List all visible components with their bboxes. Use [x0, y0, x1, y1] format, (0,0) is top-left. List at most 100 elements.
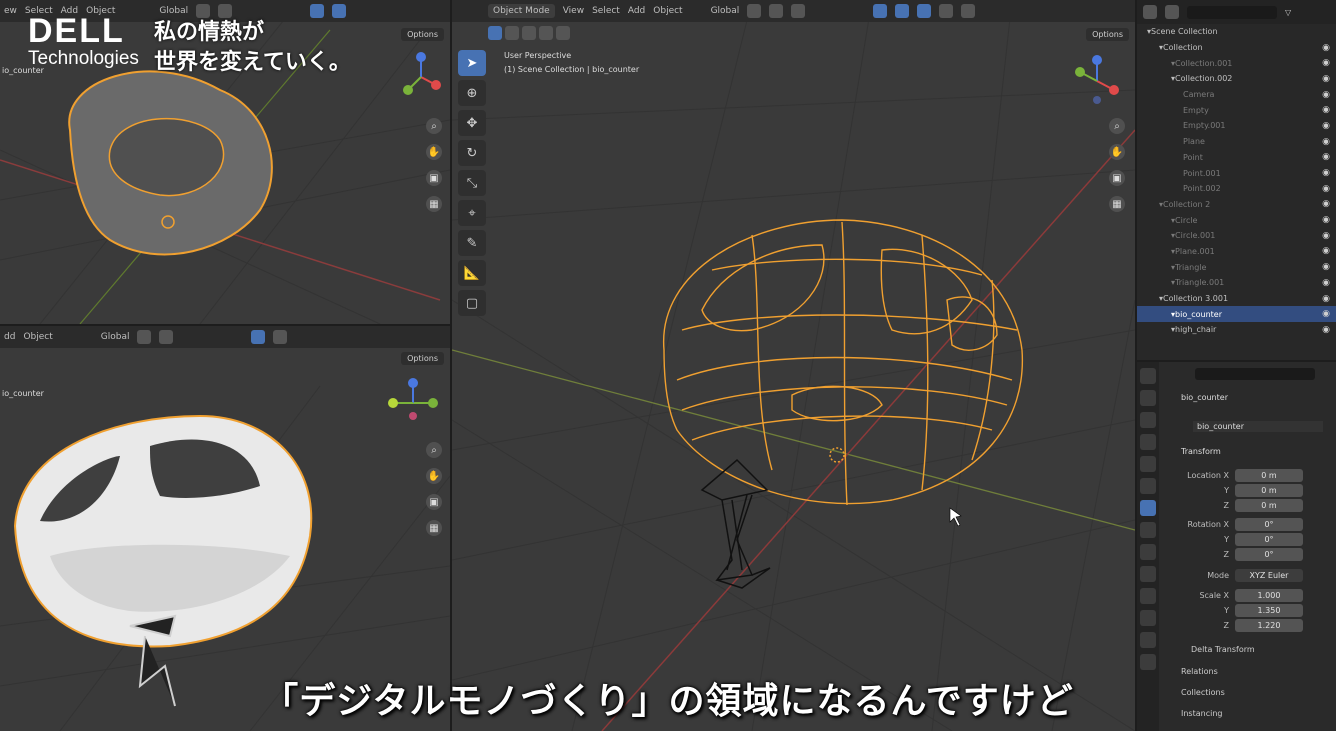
shading-material-icon[interactable] — [961, 4, 976, 18]
outliner-item[interactable]: Empty ◉ — [1137, 102, 1336, 118]
snap-icon[interactable] — [218, 4, 233, 18]
eye-icon[interactable]: ◉ — [1322, 58, 1330, 68]
rotation-mode-dropdown[interactable]: XYZ Euler — [1235, 568, 1303, 582]
eye-icon[interactable]: ◉ — [1322, 215, 1330, 225]
location-x-field[interactable]: 0 m — [1235, 468, 1303, 482]
outliner-item[interactable]: ▾ Collection.002 ◉ — [1137, 71, 1336, 87]
snap-icon[interactable] — [769, 4, 784, 18]
outliner-item[interactable]: ▾ Collection ◉ — [1137, 40, 1336, 56]
outliner-item[interactable]: ▾ Plane.001 ◉ — [1137, 244, 1336, 260]
outliner-item[interactable]: Plane ◉ — [1137, 134, 1336, 150]
outliner-search-input[interactable] — [1187, 5, 1277, 19]
camera-icon[interactable]: ▣ — [426, 494, 442, 510]
annotate-tool-icon[interactable]: ✎ — [458, 230, 486, 256]
camera-icon[interactable]: ▣ — [1109, 170, 1125, 186]
constraints-tab-icon[interactable] — [1140, 588, 1156, 604]
outliner-item[interactable]: Point ◉ — [1137, 150, 1336, 166]
menu-add[interactable]: Add — [628, 6, 645, 16]
transform-orientation[interactable]: Global — [159, 6, 188, 16]
world-tab-icon[interactable] — [1140, 478, 1156, 494]
transform-tool-icon[interactable]: ⌖ — [458, 200, 486, 226]
select-tool-icon[interactable]: ➤ — [458, 50, 486, 76]
data-tab-icon[interactable] — [1140, 610, 1156, 626]
material-tab-icon[interactable] — [1140, 632, 1156, 648]
proportional-edit-icon[interactable] — [791, 4, 806, 18]
eye-icon[interactable]: ◉ — [1322, 121, 1330, 131]
select-box-icon[interactable] — [488, 26, 502, 40]
scale-z-field[interactable]: 1.220 — [1235, 618, 1303, 632]
pivot-icon[interactable] — [196, 4, 211, 18]
gizmo-icon[interactable] — [895, 4, 910, 18]
location-z-field[interactable]: 0 m — [1235, 498, 1303, 512]
transform-section-header[interactable]: Transform — [1181, 447, 1221, 456]
rotation-x-field[interactable]: 0° — [1235, 517, 1303, 531]
add-cube-tool-icon[interactable]: ▢ — [458, 290, 486, 316]
rotate-tool-icon[interactable]: ↻ — [458, 140, 486, 166]
eye-icon[interactable]: ◉ — [1322, 231, 1330, 241]
move-tool-icon[interactable]: ✥ — [458, 110, 486, 136]
object-tab-icon[interactable] — [1140, 500, 1156, 516]
eye-icon[interactable]: ◉ — [1322, 74, 1330, 84]
view-layer-tab-icon[interactable] — [1140, 434, 1156, 450]
outliner-item[interactable]: Point.002 ◉ — [1137, 181, 1336, 197]
xray-icon[interactable] — [917, 4, 932, 18]
scale-x-field[interactable]: 1.000 — [1235, 588, 1303, 602]
rotation-z-field[interactable]: 0° — [1235, 547, 1303, 561]
eye-icon[interactable]: ◉ — [1322, 199, 1330, 209]
eye-icon[interactable]: ◉ — [1322, 168, 1330, 178]
nav-gizmo[interactable] — [388, 378, 438, 428]
scale-tool-icon[interactable]: ⤡ — [458, 170, 486, 196]
outliner-item[interactable]: ▾ Triangle.001 ◉ — [1137, 275, 1336, 291]
rotation-y-field[interactable]: 0° — [1235, 532, 1303, 546]
scene-tab-icon[interactable] — [1140, 456, 1156, 472]
grid-icon[interactable]: ▦ — [1109, 196, 1125, 212]
outliner-item[interactable]: ▾ Triangle ◉ — [1137, 259, 1336, 275]
scale-y-field[interactable]: 1.350 — [1235, 603, 1303, 617]
select-invert-icon[interactable] — [539, 26, 553, 40]
zoom-icon[interactable]: ⌕ — [1109, 118, 1125, 134]
eye-icon[interactable]: ◉ — [1322, 184, 1330, 194]
main-viewport[interactable]: Object Mode View Select Add Object Globa… — [452, 0, 1135, 731]
cursor-tool-icon[interactable]: ⊕ — [458, 80, 486, 106]
select-extend-icon[interactable] — [505, 26, 519, 40]
object-name-field[interactable]: bio_counter — [1193, 421, 1323, 432]
eye-icon[interactable]: ◉ — [1322, 90, 1330, 100]
outliner-item[interactable]: Camera ◉ — [1137, 87, 1336, 103]
grid-icon[interactable]: ▦ — [426, 196, 442, 212]
eye-icon[interactable]: ◉ — [1322, 262, 1330, 272]
pivot-icon[interactable] — [747, 4, 762, 18]
properties-search-input[interactable] — [1195, 368, 1315, 380]
object-mode-dropdown[interactable]: Object Mode — [488, 4, 555, 18]
location-y-field[interactable]: 0 m — [1235, 483, 1303, 497]
camera-icon[interactable]: ▣ — [426, 170, 442, 186]
pan-icon[interactable]: ✋ — [1109, 144, 1125, 160]
physics-tab-icon[interactable] — [1140, 566, 1156, 582]
pan-icon[interactable]: ✋ — [426, 144, 442, 160]
nav-gizmo[interactable] — [396, 52, 446, 102]
output-tab-icon[interactable] — [1140, 412, 1156, 428]
modifier-tab-icon[interactable] — [1140, 522, 1156, 538]
filter-icon[interactable]: ▽ — [1285, 8, 1291, 17]
bottom-left-viewport[interactable]: dd Object Global Options io_counter ⌕ ✋ ▣ ▦ — [0, 326, 450, 731]
options-button[interactable]: Options — [401, 28, 444, 41]
render-tab-icon[interactable] — [1140, 390, 1156, 406]
measure-tool-icon[interactable]: 📐 — [458, 260, 486, 286]
eye-icon[interactable]: ◉ — [1322, 294, 1330, 304]
outliner-item[interactable]: ▾ high_chair ◉ — [1137, 322, 1336, 338]
editor-type-icon[interactable] — [1143, 5, 1157, 19]
zoom-icon[interactable]: ⌕ — [426, 442, 442, 458]
display-mode-icon[interactable] — [1165, 5, 1179, 19]
pan-icon[interactable]: ✋ — [426, 468, 442, 484]
overlay-icon[interactable] — [873, 4, 888, 18]
shading-solid-icon[interactable] — [939, 4, 954, 18]
delta-transform-section[interactable]: Delta Transform — [1191, 645, 1255, 654]
eye-icon[interactable]: ◉ — [1322, 152, 1330, 162]
tool-tab-icon[interactable] — [1140, 368, 1156, 384]
outliner-item[interactable]: Point.001 ◉ — [1137, 165, 1336, 181]
outliner-item[interactable]: ▾ Collection.001 ◉ — [1137, 55, 1336, 71]
texture-tab-icon[interactable] — [1140, 654, 1156, 670]
menu-object[interactable]: Object — [653, 6, 682, 16]
eye-icon[interactable]: ◉ — [1322, 278, 1330, 288]
xray-icon[interactable] — [332, 4, 347, 18]
menu-select[interactable]: Select — [592, 6, 620, 16]
